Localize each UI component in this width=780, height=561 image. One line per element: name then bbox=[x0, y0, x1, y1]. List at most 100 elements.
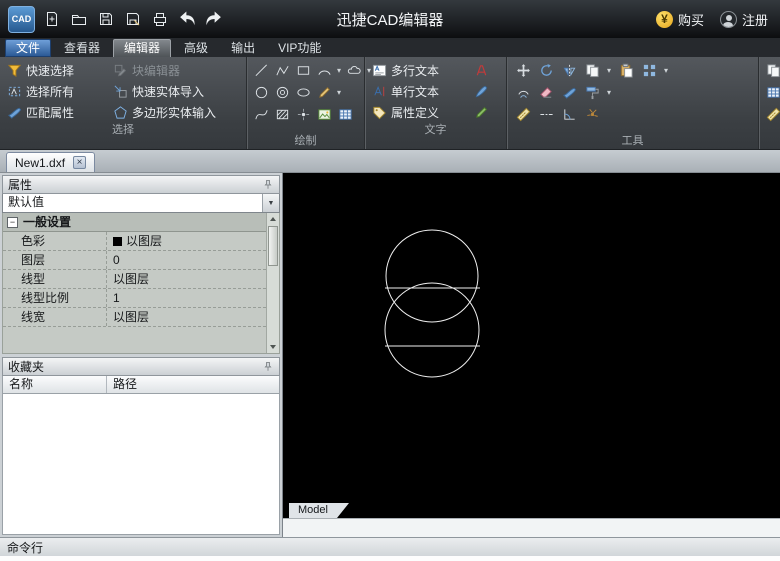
offset-button[interactable] bbox=[513, 83, 533, 103]
tab-file[interactable]: 文件 bbox=[5, 39, 51, 57]
ellipse-icon bbox=[296, 85, 311, 100]
clipped-tool-button-2[interactable] bbox=[763, 83, 780, 103]
command-line-header[interactable]: 命令行 bbox=[0, 537, 780, 556]
drawing-canvas[interactable]: Model bbox=[283, 173, 780, 518]
mtext-button[interactable]: 多行文本 bbox=[369, 61, 471, 81]
buy-button[interactable]: ¥ 购买 bbox=[656, 10, 704, 29]
copy-button[interactable] bbox=[582, 61, 602, 81]
redo-icon bbox=[204, 9, 224, 29]
attribute-define-button[interactable]: 属性定义 bbox=[369, 103, 471, 123]
insert-image-button[interactable] bbox=[314, 105, 334, 125]
property-section-row[interactable]: − 一般设置 bbox=[3, 213, 266, 232]
draw-line-button[interactable] bbox=[251, 61, 271, 81]
save-as-button[interactable] bbox=[121, 6, 145, 32]
erase-button[interactable] bbox=[536, 83, 556, 103]
property-value: 0 bbox=[113, 251, 120, 269]
scrollbar-thumb[interactable] bbox=[268, 226, 278, 266]
text-edit-button[interactable] bbox=[471, 82, 491, 102]
multiline-text-icon bbox=[372, 63, 387, 78]
register-button[interactable]: 注册 bbox=[720, 10, 768, 29]
match-properties-button[interactable]: 匹配属性 bbox=[4, 103, 110, 123]
polygon-entity-input-button[interactable]: 多边形实体输入 bbox=[110, 103, 242, 123]
tab-viewer[interactable]: 查看器 bbox=[54, 39, 110, 57]
draw-hatch-button[interactable] bbox=[272, 105, 292, 125]
text-style-button[interactable] bbox=[471, 61, 491, 81]
roller-dropdown-icon[interactable]: ▾ bbox=[605, 88, 613, 97]
draw-spline-button[interactable] bbox=[251, 105, 271, 125]
clipped-tool-button-3[interactable] bbox=[763, 105, 780, 125]
freehand-dropdown-icon[interactable]: ▾ bbox=[335, 88, 343, 97]
scroll-up-icon[interactable] bbox=[267, 213, 279, 225]
property-scrollbar[interactable] bbox=[266, 213, 279, 353]
new-file-button[interactable] bbox=[40, 6, 64, 32]
arc-dropdown-icon[interactable]: ▾ bbox=[335, 66, 343, 75]
open-file-button[interactable] bbox=[67, 6, 91, 32]
favorites-path-column[interactable]: 路径 bbox=[107, 376, 137, 393]
quick-select-button[interactable]: 快速选择 bbox=[4, 61, 110, 81]
property-row-lineweight[interactable]: 线宽 以图层 bbox=[3, 308, 266, 327]
redo-button[interactable] bbox=[202, 6, 226, 32]
move-button[interactable] bbox=[513, 61, 533, 81]
tab-output[interactable]: 输出 bbox=[221, 39, 265, 57]
draw-rectangle-button[interactable] bbox=[293, 61, 313, 81]
quick-entity-import-button[interactable]: 快速实体导入 bbox=[110, 82, 242, 102]
select-all-icon bbox=[7, 84, 22, 99]
pin-icon[interactable] bbox=[262, 361, 274, 373]
tab-vip[interactable]: VIP功能 bbox=[268, 39, 331, 57]
draw-polyline-button[interactable] bbox=[272, 61, 292, 81]
fill-roller-button[interactable] bbox=[582, 83, 602, 103]
property-row-layer[interactable]: 图层 0 bbox=[3, 251, 266, 270]
draw-arc-button[interactable] bbox=[314, 61, 334, 81]
format-painter-button[interactable] bbox=[559, 83, 579, 103]
block-editor-label: 块编辑器 bbox=[132, 62, 180, 79]
array-button[interactable] bbox=[639, 61, 659, 81]
block-editor-button[interactable]: 块编辑器 bbox=[110, 61, 242, 81]
copy-dropdown-icon[interactable]: ▾ bbox=[605, 66, 613, 75]
insert-table-button[interactable] bbox=[335, 105, 355, 125]
linetype-edit-button[interactable] bbox=[536, 105, 556, 125]
clipped-measure-icon bbox=[766, 107, 780, 122]
draw-freehand-button[interactable] bbox=[314, 83, 334, 103]
preset-dropdown[interactable]: 默认值 ▼ bbox=[2, 194, 280, 213]
array-dropdown-icon[interactable]: ▾ bbox=[662, 66, 670, 75]
print-button[interactable] bbox=[148, 6, 172, 32]
favorites-name-column[interactable]: 名称 bbox=[3, 376, 107, 393]
measure-button[interactable] bbox=[513, 105, 533, 125]
close-tab-icon[interactable]: × bbox=[73, 156, 86, 169]
left-panel: 属性 默认值 ▼ − 一般设置 色彩 以图层 图层 0 线型 以图层 bbox=[0, 173, 283, 537]
draw-ellipse-button[interactable] bbox=[293, 83, 313, 103]
paste-icon bbox=[619, 63, 634, 78]
tab-advanced[interactable]: 高级 bbox=[174, 39, 218, 57]
command-line-input-area[interactable] bbox=[0, 556, 780, 561]
favorites-list[interactable] bbox=[2, 394, 280, 535]
draw-donut-button[interactable] bbox=[272, 83, 292, 103]
property-value: 以图层 bbox=[126, 232, 162, 250]
scroll-down-icon[interactable] bbox=[267, 341, 279, 353]
pin-icon[interactable] bbox=[262, 179, 274, 191]
property-row-linetype-scale[interactable]: 线型比例 1 bbox=[3, 289, 266, 308]
property-row-color[interactable]: 色彩 以图层 bbox=[3, 232, 266, 251]
draw-point-button[interactable] bbox=[293, 105, 313, 125]
collapse-icon[interactable]: − bbox=[7, 217, 18, 228]
save-button[interactable] bbox=[94, 6, 118, 32]
property-row-linetype[interactable]: 线型 以图层 bbox=[3, 270, 266, 289]
undo-button[interactable] bbox=[175, 6, 199, 32]
rotate-icon bbox=[539, 63, 554, 78]
explode-button[interactable] bbox=[582, 105, 602, 125]
dropdown-arrow-icon[interactable]: ▼ bbox=[262, 194, 279, 212]
clipped-tool-button-1[interactable] bbox=[763, 61, 780, 81]
draw-revcloud-button[interactable] bbox=[344, 61, 364, 81]
account-area: ¥ 购买 注册 bbox=[656, 10, 772, 29]
angle-measure-button[interactable] bbox=[559, 105, 579, 125]
document-tab[interactable]: New1.dxf × bbox=[6, 152, 95, 172]
paste-button[interactable] bbox=[616, 61, 636, 81]
attribute-edit-button[interactable] bbox=[471, 103, 491, 123]
draw-circle-button[interactable] bbox=[251, 83, 271, 103]
tab-editor[interactable]: 编辑器 bbox=[113, 39, 171, 57]
clipped-table-icon bbox=[766, 85, 780, 100]
select-all-button[interactable]: 选择所有 bbox=[4, 82, 110, 102]
stext-button[interactable]: 单行文本 bbox=[369, 82, 471, 102]
rotate-button[interactable] bbox=[536, 61, 556, 81]
mirror-button[interactable] bbox=[559, 61, 579, 81]
block-editor-icon bbox=[113, 63, 128, 78]
